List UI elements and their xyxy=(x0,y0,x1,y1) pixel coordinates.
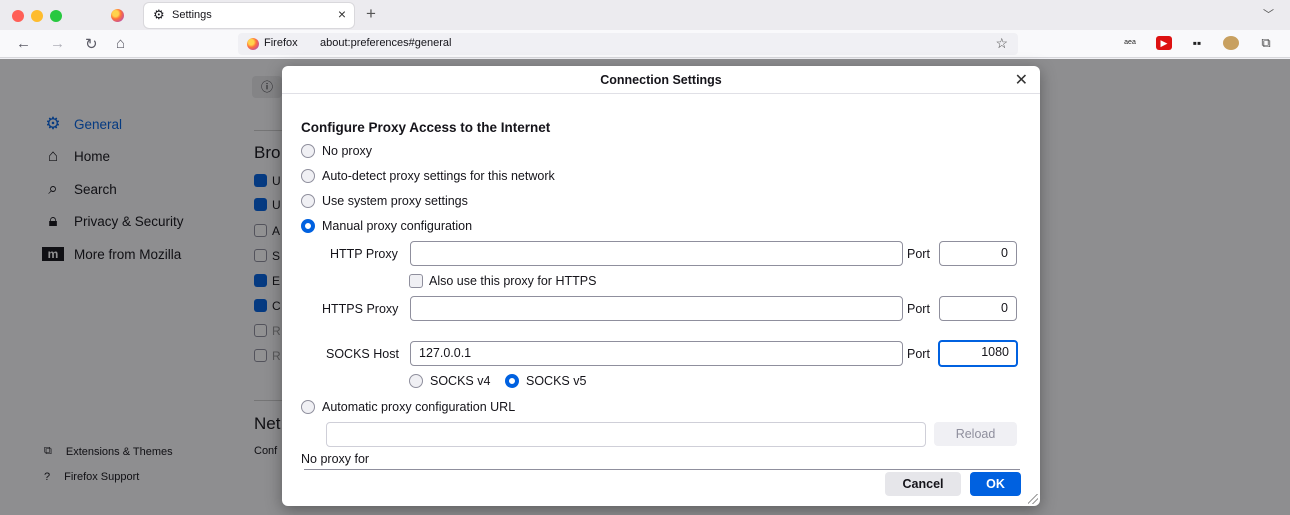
extension-grid-icon[interactable]: ▪▪ xyxy=(1189,36,1205,50)
also-https-label: Also use this proxy for HTTPS xyxy=(429,274,597,288)
resize-grip-icon[interactable] xyxy=(1028,494,1038,504)
extension-aea-icon[interactable]: aea xyxy=(1122,36,1138,50)
radio-label: Manual proxy configuration xyxy=(322,219,473,233)
radio-auto-detect[interactable]: Auto-detect proxy settings for this netw… xyxy=(301,169,555,183)
bookmark-star-icon[interactable]: ☆ xyxy=(995,35,1008,52)
url-brand: Firefox xyxy=(264,37,298,49)
radio-button[interactable] xyxy=(505,374,519,388)
radio-auto-config-url[interactable]: Automatic proxy configuration URL xyxy=(301,400,515,414)
proxy-heading: Configure Proxy Access to the Internet xyxy=(301,120,551,135)
radio-button[interactable] xyxy=(301,219,315,233)
reload-button[interactable]: Reload xyxy=(934,422,1017,446)
http-proxy-input[interactable] xyxy=(410,241,903,266)
radio-system-proxy[interactable]: Use system proxy settings xyxy=(301,194,468,208)
socks-port-label: Port xyxy=(907,347,930,361)
no-proxy-for-textarea[interactable] xyxy=(304,469,1020,470)
minimize-window-button[interactable] xyxy=(31,10,43,22)
extension-monkey-icon[interactable] xyxy=(1223,36,1239,50)
firefox-view-icon[interactable] xyxy=(111,9,124,22)
close-icon[interactable]: ✕ xyxy=(1015,70,1028,90)
radio-label: SOCKS v4 xyxy=(430,374,491,388)
gear-icon: ⚙ xyxy=(153,7,165,22)
radio-label: SOCKS v5 xyxy=(526,374,587,388)
http-port-label: Port xyxy=(907,247,930,261)
extensions-puzzle-icon[interactable]: ⧉ xyxy=(1258,36,1274,50)
radio-socks-v5[interactable]: SOCKS v5 xyxy=(505,374,586,388)
no-proxy-for-label: No proxy for xyxy=(301,452,370,466)
ok-button[interactable]: OK xyxy=(970,472,1021,496)
connection-settings-dialog: Connection Settings ✕ Configure Proxy Ac… xyxy=(282,66,1040,506)
socks-host-label: SOCKS Host xyxy=(326,347,399,361)
https-port-input[interactable]: 0 xyxy=(939,296,1017,321)
radio-button[interactable] xyxy=(301,400,315,414)
extension-video-icon[interactable]: ▶ xyxy=(1156,36,1172,50)
close-window-button[interactable] xyxy=(12,10,24,22)
cancel-button[interactable]: Cancel xyxy=(885,472,961,496)
firefox-icon xyxy=(247,38,259,50)
tab-title: Settings xyxy=(172,9,212,21)
back-icon[interactable]: ← xyxy=(16,35,31,52)
maximize-window-button[interactable] xyxy=(50,10,62,22)
http-proxy-label: HTTP Proxy xyxy=(330,247,398,261)
url-text[interactable]: about:preferences#general xyxy=(320,37,451,49)
dialog-header: Connection Settings ✕ xyxy=(282,66,1040,94)
radio-button[interactable] xyxy=(301,144,315,158)
dialog-title: Connection Settings xyxy=(600,73,722,87)
radio-button[interactable] xyxy=(301,169,315,183)
http-port-input[interactable]: 0 xyxy=(939,241,1017,266)
radio-no-proxy[interactable]: No proxy xyxy=(301,144,372,158)
reload-icon[interactable]: ↻ xyxy=(85,35,98,53)
url-bar[interactable]: Firefox about:preferences#general ☆ xyxy=(238,33,1018,55)
also-https-checkbox[interactable] xyxy=(409,274,423,288)
https-port-label: Port xyxy=(907,302,930,316)
home-icon[interactable]: ⌂ xyxy=(116,35,125,52)
socks-port-input[interactable]: 1080 xyxy=(938,340,1018,367)
tab-settings[interactable]: ⚙ Settings × xyxy=(144,3,354,28)
radio-label: Use system proxy settings xyxy=(322,194,468,208)
radio-socks-v4[interactable]: SOCKS v4 xyxy=(409,374,490,388)
new-tab-button[interactable]: + xyxy=(366,4,376,24)
radio-label: Automatic proxy configuration URL xyxy=(322,400,516,414)
auto-config-url-input[interactable] xyxy=(326,422,926,447)
radio-button[interactable] xyxy=(301,194,315,208)
socks-host-input[interactable]: 127.0.0.1 xyxy=(410,341,903,366)
tab-strip: ⚙ Settings × + ﹀ xyxy=(0,0,1290,30)
https-proxy-input[interactable] xyxy=(410,296,903,321)
radio-label: No proxy xyxy=(322,144,373,158)
close-tab-icon[interactable]: × xyxy=(338,6,346,22)
forward-icon[interactable]: → xyxy=(50,35,65,52)
chevron-down-icon[interactable]: ﹀ xyxy=(1263,6,1274,22)
radio-button[interactable] xyxy=(409,374,423,388)
radio-manual-proxy[interactable]: Manual proxy configuration xyxy=(301,219,472,233)
radio-label: Auto-detect proxy settings for this netw… xyxy=(322,169,555,183)
https-proxy-label: HTTPS Proxy xyxy=(322,302,399,316)
